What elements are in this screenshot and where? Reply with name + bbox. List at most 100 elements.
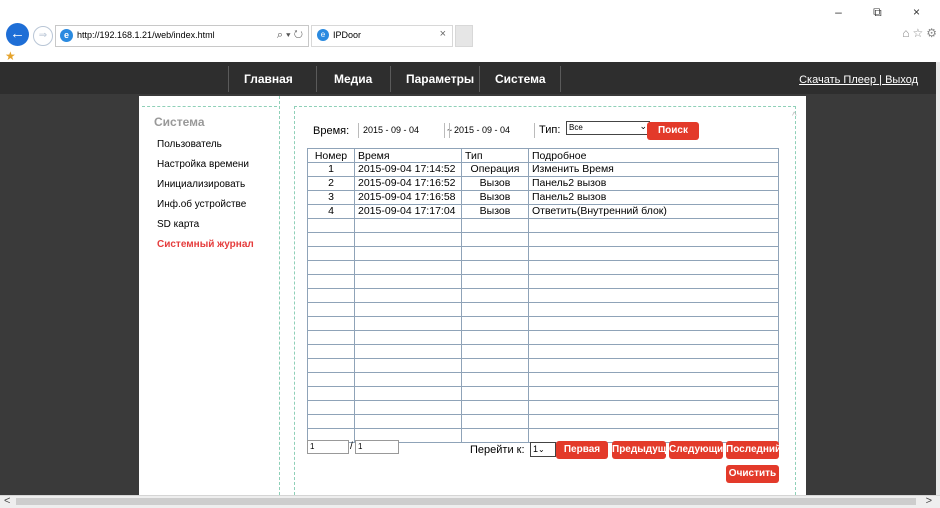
table-cell-empty (307, 372, 355, 387)
table-cell-empty (307, 246, 355, 261)
browser-chrome: ← ⇒ e http://192.168.1.21/web/index.html… (0, 0, 940, 63)
cell-number: 2 (307, 176, 355, 191)
table-cell-empty (307, 386, 355, 401)
sidebar-item-sd-card[interactable]: SD карта (157, 219, 199, 230)
cell-number: 4 (307, 204, 355, 219)
table-cell-empty (307, 400, 355, 415)
current-page-input[interactable]: 1 (307, 440, 349, 454)
next-page-button[interactable]: Следующи (669, 441, 723, 459)
sidebar-title: Система (154, 115, 205, 129)
table-cell-empty (354, 386, 462, 401)
cell-type: Вызов (461, 190, 529, 205)
nav-item-system[interactable]: Система (495, 72, 546, 86)
table-row-empty (307, 316, 779, 331)
scroll-left-icon[interactable]: < (4, 495, 10, 507)
table-cell-empty (307, 232, 355, 247)
sidebar-item-system-log[interactable]: Системный журнал (157, 239, 254, 250)
goto-page-select[interactable]: 1⌄ (530, 442, 556, 457)
date-from-field[interactable]: 2015 - 09 - 04 (358, 123, 444, 138)
address-tools-icon[interactable]: ⌕ ▾ ↻ (277, 29, 303, 42)
scrollbar-thumb[interactable] (16, 498, 916, 505)
cell-detail: Панель2 вызов (528, 176, 779, 191)
table-cell-empty (354, 274, 462, 289)
window-controls[interactable]: – ⧉ × (835, 5, 934, 20)
back-arrow-icon[interactable]: ← (6, 23, 29, 46)
table-cell-empty (528, 372, 779, 387)
sidebar-item-time-settings[interactable]: Настройка времени (157, 159, 249, 170)
cell-time: 2015-09-04 17:16:52 (354, 176, 462, 191)
table-cell-empty (307, 414, 355, 429)
sidebar-item-user[interactable]: Пользователь (157, 139, 222, 150)
vertical-scrollbar[interactable] (936, 62, 940, 495)
table-cell-empty (528, 316, 779, 331)
clear-button[interactable]: Очистить (726, 465, 779, 483)
first-page-button[interactable]: Первая (556, 441, 608, 459)
table-cell-empty (528, 358, 779, 373)
table-cell-empty (461, 330, 529, 345)
nav-separator (479, 66, 480, 92)
cell-type: Операция (461, 162, 529, 177)
goto-label: Перейти к: (470, 444, 525, 456)
address-url[interactable]: http://192.168.1.21/web/index.html (77, 30, 215, 40)
table-cell-empty (528, 302, 779, 317)
new-tab-button[interactable] (455, 25, 473, 47)
forward-arrow-icon[interactable]: ⇒ (33, 26, 53, 46)
cell-detail: Изменить Время (528, 162, 779, 177)
nav-separator (390, 66, 391, 92)
cell-detail: Панель2 вызов (528, 190, 779, 205)
table-row-empty (307, 358, 779, 373)
cell-type: Вызов (461, 204, 529, 219)
scroll-right-icon[interactable]: > (926, 495, 932, 507)
table-cell-empty (528, 260, 779, 275)
table-cell-empty (461, 232, 529, 247)
prev-page-button[interactable]: Предыдущ (612, 441, 666, 459)
total-pages-field: 1 (355, 440, 399, 454)
nav-separator (228, 66, 229, 92)
horizontal-scrollbar[interactable]: < > (0, 495, 940, 508)
table-cell-empty (307, 358, 355, 373)
type-select[interactable]: Все ⌄ (566, 121, 650, 135)
table-cell-empty (354, 316, 462, 331)
column-header-detail: Подробное (528, 148, 779, 163)
table-cell-empty (528, 414, 779, 429)
nav-item-parameters[interactable]: Параметры (406, 72, 474, 86)
chevron-down-icon: ⌄ (639, 121, 647, 131)
browser-toolbar-icons[interactable]: ⌂☆⚙ (902, 26, 940, 40)
address-bar[interactable]: e http://192.168.1.21/web/index.html ⌕ ▾… (55, 25, 309, 47)
time-label: Время: (313, 125, 350, 137)
sidebar-item-device-info[interactable]: Инф.об устройстве (157, 199, 246, 210)
search-button[interactable]: Поиск (647, 122, 699, 140)
type-label: Тип: (534, 123, 561, 138)
table-cell-empty (461, 260, 529, 275)
table-row-empty (307, 288, 779, 303)
table-cell-empty (307, 316, 355, 331)
table-cell-empty (528, 330, 779, 345)
cell-number: 3 (307, 190, 355, 205)
table-row-empty (307, 330, 779, 345)
table-cell-empty (461, 344, 529, 359)
logout-link[interactable]: Выход (885, 74, 918, 86)
cell-time: 2015-09-04 17:14:52 (354, 162, 462, 177)
table-cell-empty (461, 288, 529, 303)
browser-tab[interactable]: e IPDoor × (311, 25, 453, 47)
download-player-link[interactable]: Скачать Плеер (799, 74, 876, 86)
nav-item-media[interactable]: Медиа (334, 72, 372, 86)
table-cell-empty (461, 302, 529, 317)
nav-item-home[interactable]: Главная (244, 72, 293, 86)
sidebar-item-initialize[interactable]: Инициализировать (157, 179, 245, 190)
panel-scroll-up-icon[interactable]: ^ (792, 111, 797, 122)
favorites-star-icon[interactable]: ★ (5, 49, 16, 63)
table-cell-empty (307, 288, 355, 303)
table-cell-empty (461, 274, 529, 289)
table-header-row: Номер Время Тип Подробное (307, 148, 779, 163)
table-row-empty (307, 246, 779, 261)
table-row-empty (307, 302, 779, 317)
table-cell-empty (528, 344, 779, 359)
table-cell-empty (307, 218, 355, 233)
column-header-time: Время (354, 148, 462, 163)
tab-close-icon[interactable]: × (440, 28, 446, 40)
table-cell-empty (354, 344, 462, 359)
table-cell-empty (354, 232, 462, 247)
date-to-field[interactable]: 2015 - 09 - 04 (449, 123, 534, 138)
last-page-button[interactable]: Последний (726, 441, 779, 459)
